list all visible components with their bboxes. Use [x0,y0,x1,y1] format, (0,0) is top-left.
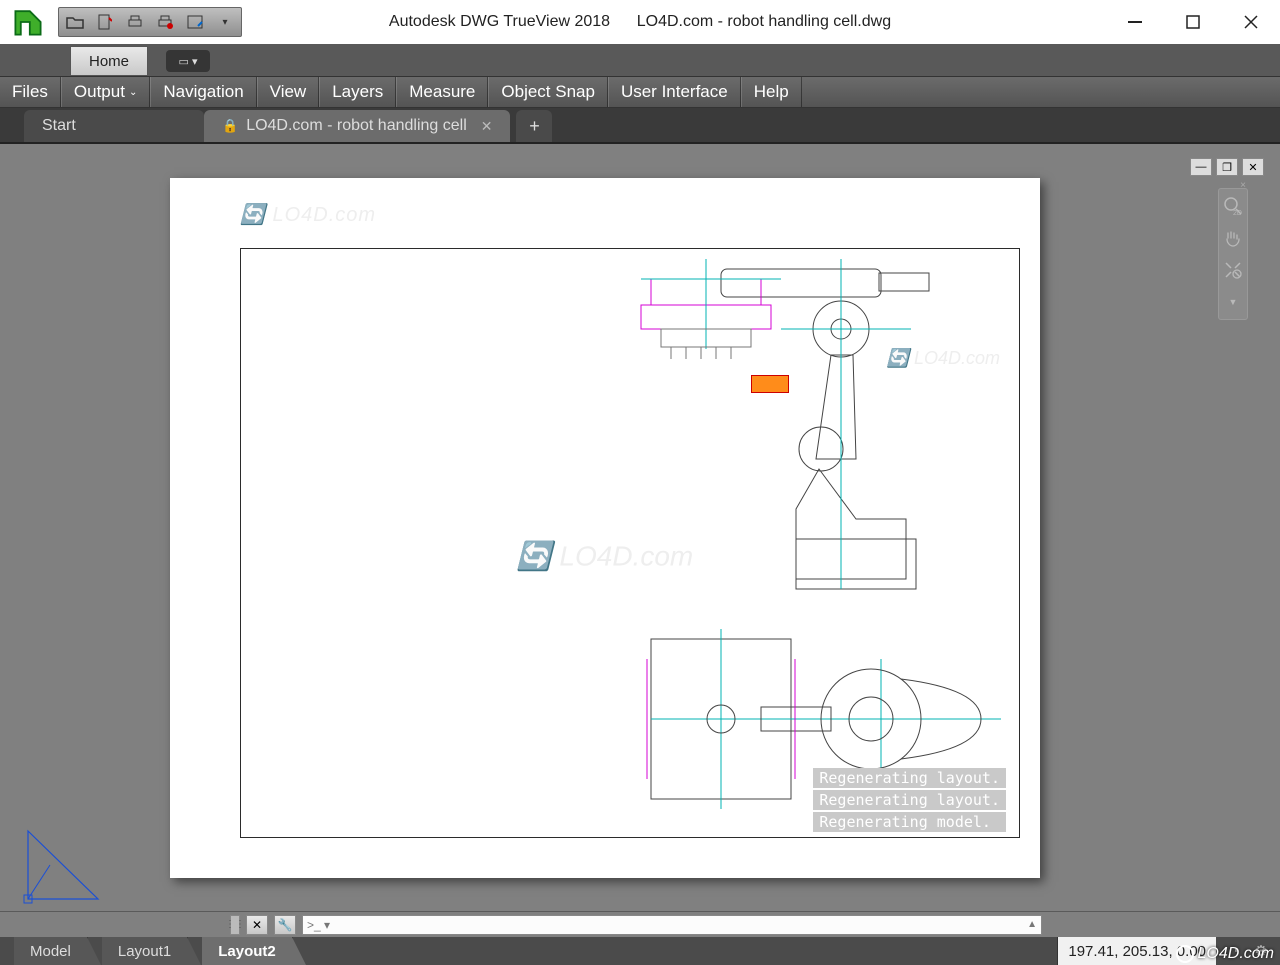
close-button[interactable] [1222,0,1280,44]
panel-toggle-icon: ▭ [179,55,189,68]
sheet-set-icon[interactable] [95,12,115,32]
command-expand-icon[interactable]: ▲ [1027,919,1037,930]
badge-text: LO4D.com [1198,945,1274,963]
output-line: Regenerating model. [813,812,1006,832]
menu-user-interface[interactable]: User Interface [608,77,741,107]
layout-tab-layout1[interactable]: Layout1 [102,937,188,965]
command-settings-button[interactable]: 🔧 [274,915,296,935]
minimize-button[interactable] [1106,0,1164,44]
wrench-icon: 🔧 [278,918,293,932]
ribbon-panel-toggle[interactable]: ▭▾ [166,50,210,72]
maximize-button[interactable] [1164,0,1222,44]
menubar: Files Output ⌄ Navigation View Layers Mea… [0,76,1280,108]
status-spacer [293,937,1058,965]
lock-icon: 🔒 [222,118,238,134]
ribbon-tab-home[interactable]: Home [70,46,148,76]
robot-drawing [461,259,1001,819]
layout-tab-layout2[interactable]: Layout2 [202,937,293,965]
watermark-badge: LO4D.com [1176,945,1274,963]
pan-icon[interactable] [1222,227,1244,249]
output-line: Regenerating layout. [813,768,1006,788]
ribbon-tab-row: Home ▭▾ [0,44,1280,76]
output-line: Regenerating layout. [813,790,1006,810]
document-viewport[interactable]: — ❐ ✕ × 2D ▼ 🔄 LO4D.com 🔄 LO4D.com 🔄 LO4… [14,158,1266,911]
menu-view[interactable]: View [257,77,320,107]
close-icon[interactable]: ✕ [481,118,493,135]
command-output: Regenerating layout. Regenerating layout… [813,768,1006,832]
print-icon[interactable] [125,12,145,32]
app-name: Autodesk DWG TrueView 2018 [389,13,610,30]
chevron-down-icon: ▾ [192,55,198,68]
navigation-bar: 2D ▼ [1218,188,1248,320]
menu-help[interactable]: Help [741,77,802,107]
file-tabs: Start 🔒 LO4D.com - robot handling cell ✕… [0,108,1280,144]
menu-object-snap[interactable]: Object Snap [488,77,608,107]
menu-layers[interactable]: Layers [319,77,396,107]
zoom-2d-icon[interactable]: 2D [1222,195,1244,217]
child-close-button[interactable]: ✕ [1242,158,1264,176]
watermark: 🔄 LO4D.com [240,202,376,227]
paper-space[interactable]: 🔄 LO4D.com 🔄 LO4D.com 🔄 LO4D.com [170,178,1040,878]
annotation-marker [751,375,789,393]
child-restore-button[interactable]: ❐ [1216,158,1238,176]
layout-tab-model[interactable]: Model [14,937,88,965]
child-window-controls: — ❐ ✕ [1190,158,1266,180]
open-icon[interactable] [65,12,85,32]
navbar-dropdown-icon[interactable]: ▼ [1222,291,1244,313]
tab-start[interactable]: Start [24,110,204,142]
command-close-button[interactable]: ✕ [246,915,268,935]
zoom-extents-icon[interactable] [1222,259,1244,281]
menu-measure[interactable]: Measure [396,77,488,107]
ucs-icon[interactable] [20,813,112,905]
menu-output-label: Output [74,82,125,102]
quick-access-toolbar: ▾ [58,7,242,37]
workarea: — ❐ ✕ × 2D ▼ 🔄 LO4D.com 🔄 LO4D.com 🔄 LO4… [0,144,1280,911]
publish-icon[interactable] [185,12,205,32]
command-line-row: ⋮⋮ ✕ 🔧 >_ ▾ ▲ [0,911,1280,937]
window-controls [1106,0,1280,44]
qat-dropdown-icon[interactable]: ▾ [215,12,235,32]
command-drag-handle[interactable]: ⋮⋮ [230,915,240,935]
status-bar: Model Layout1 Layout2 197.41, 205.13, 0.… [0,937,1280,965]
app-logo[interactable] [0,0,56,44]
menu-files[interactable]: Files [0,77,61,107]
titlebar: ▾ Autodesk DWG TrueView 2018 LO4D.com - … [0,0,1280,44]
child-minimize-button[interactable]: — [1190,158,1212,176]
chevron-down-icon: ⌄ [129,87,137,98]
document-name: LO4D.com - robot handling cell.dwg [637,13,891,30]
command-prompt-icon: >_ ▾ [307,918,330,932]
drawing-frame [240,248,1020,838]
menu-output[interactable]: Output ⌄ [61,77,150,107]
tab-active-label: LO4D.com - robot handling cell [246,117,467,135]
command-input[interactable]: >_ ▾ ▲ [302,915,1042,935]
tab-active-document[interactable]: 🔒 LO4D.com - robot handling cell ✕ [204,110,510,142]
badge-ring-icon [1176,945,1194,963]
menu-navigation[interactable]: Navigation [150,77,256,107]
svg-text:2D: 2D [1233,210,1242,216]
plot-icon[interactable] [155,12,175,32]
tab-new[interactable]: + [516,110,552,142]
